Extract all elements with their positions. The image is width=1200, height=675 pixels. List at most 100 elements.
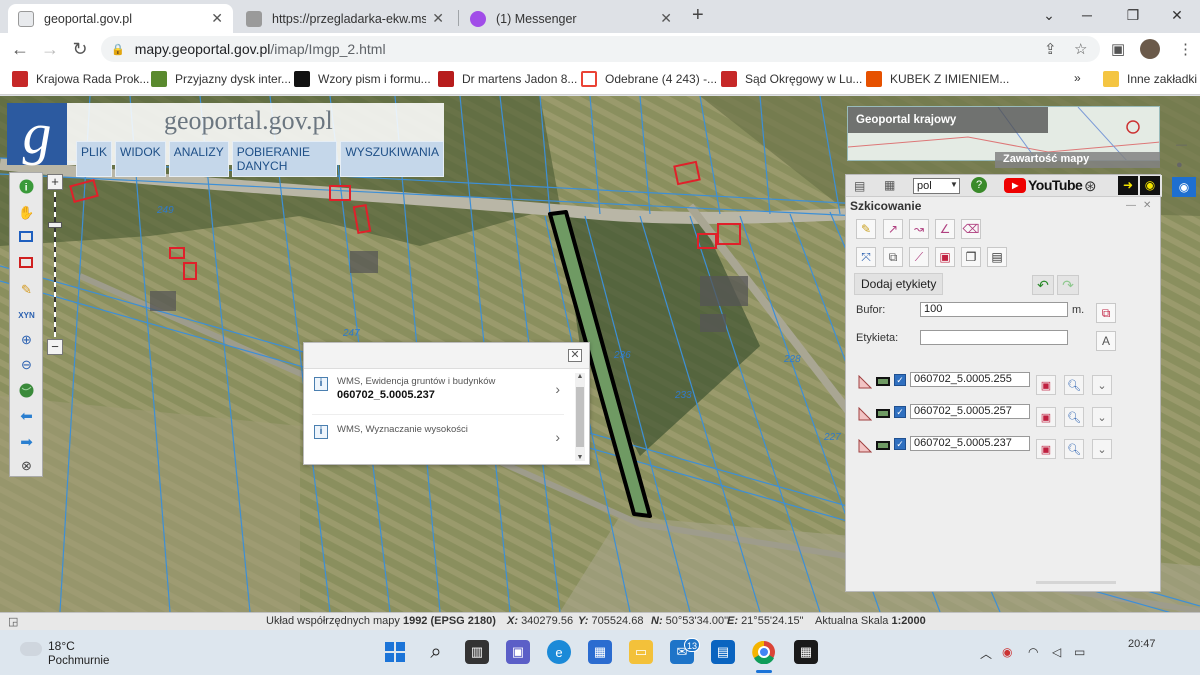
popup-row-wysokosci[interactable]: i WMS, Wyznaczanie wysokości › — [312, 419, 564, 463]
close-icon[interactable]: ✕ — [432, 10, 444, 27]
full-extent-icon[interactable]: ⊗ — [18, 457, 35, 474]
buffer-input[interactable]: 100 — [920, 302, 1068, 317]
chevron-right-icon[interactable]: › — [555, 381, 560, 397]
layers-icon[interactable]: ❐ — [961, 247, 981, 267]
menu-widok[interactable]: WIDOK — [115, 141, 166, 177]
tab-messenger[interactable]: (1) Messenger ✕ — [460, 4, 682, 33]
dot-icon[interactable]: ● — [1176, 159, 1183, 171]
edge-icon[interactable]: e — [547, 640, 571, 664]
chevron-down-icon[interactable]: ⌄ — [1092, 375, 1112, 395]
volume-icon[interactable]: ◁ — [1052, 645, 1061, 659]
bookmark-dr-martens[interactable]: Dr martens Jadon 8... — [438, 71, 577, 87]
move-icon[interactable]: ⤧ — [856, 247, 876, 267]
draw-polyline-icon[interactable]: ↝ — [909, 219, 929, 239]
search-icon[interactable]: ⌕ — [424, 640, 448, 664]
teams-chat-icon[interactable]: ▣ — [506, 640, 530, 664]
scroll-down-icon[interactable]: ▼ — [575, 454, 585, 461]
sketch-layer-row[interactable]: ✓ 060702_5.0005.257 ▣ 🔍︎ ⌄ — [856, 404, 1112, 427]
close-icon[interactable]: ✕ — [1143, 200, 1151, 211]
zoom-in-icon[interactable]: ⊕ — [18, 331, 35, 348]
label-input[interactable] — [920, 330, 1068, 345]
chevron-down-icon[interactable]: ⌄ — [1092, 407, 1112, 427]
hand-icon[interactable]: ✋ — [18, 204, 35, 221]
eye-icon[interactable]: ◉ — [1140, 176, 1160, 195]
table-icon[interactable]: ▤ — [854, 179, 865, 193]
menu-dots-icon[interactable]: ⋮ — [1178, 40, 1193, 58]
help-icon[interactable]: ? — [971, 177, 987, 193]
task-view-icon[interactable]: ▥ — [465, 640, 489, 664]
menu-pobieranie-danych[interactable]: POBIERANIE DANYCH — [231, 141, 338, 177]
sketch-layer-row[interactable]: ✓ 060702_5.0005.255 ▣ 🔍︎ ⌄ — [856, 372, 1112, 395]
scroll-thumb[interactable] — [576, 387, 584, 447]
eye-icon[interactable]: ◉ — [1172, 177, 1196, 197]
layer-name-input[interactable]: 060702_5.0005.257 — [910, 404, 1030, 419]
restore-icon[interactable]: ❐ — [1110, 4, 1156, 26]
buffer-apply-icon[interactable]: ⧉ — [1096, 303, 1116, 323]
delete-shape-icon[interactable]: ▣ — [935, 247, 955, 267]
add-labels-button[interactable]: Dodaj etykiety — [854, 273, 944, 295]
zoom-slider[interactable]: + − — [45, 172, 65, 357]
geoportal-logo[interactable]: g — [7, 103, 67, 165]
zoom-to-layer-icon[interactable]: 🔍︎ — [1064, 439, 1084, 459]
back-arrow-icon[interactable]: ⬅ — [18, 407, 35, 425]
bookmark-sad[interactable]: Sąd Okręgowy w Lu... — [721, 71, 862, 87]
undo-icon[interactable]: ↶ — [1032, 275, 1054, 295]
bookmark-gmail[interactable]: Odebrane (4 243) -... — [581, 71, 717, 87]
antivirus-icon[interactable]: ◉ — [1002, 645, 1012, 659]
layer-name-input[interactable]: 060702_5.0005.237 — [910, 436, 1030, 451]
pencil-icon[interactable]: ✎ — [18, 281, 35, 298]
menu-analizy[interactable]: ANALIZY — [168, 141, 229, 177]
copy-shape-icon[interactable]: ⧉ — [883, 247, 903, 267]
sketch-layer-row[interactable]: ✓ 060702_5.0005.237 ▣ 🔍︎ ⌄ — [856, 436, 1112, 459]
url-field[interactable]: 🔒 mapy.geoportal.gov.pl /imap/Imgp_2.htm… — [101, 36, 1100, 62]
back-icon[interactable]: ← — [8, 38, 32, 60]
layer-visibility-checkbox[interactable]: ✓ — [894, 374, 906, 386]
draw-angle-icon[interactable]: ∠ — [935, 219, 955, 239]
export-icon[interactable]: ▤ — [987, 247, 1007, 267]
apply-label-icon[interactable]: A — [1096, 331, 1116, 351]
weather-desc[interactable]: Pochmurnie — [48, 655, 109, 667]
layer-style-swatch[interactable] — [876, 377, 890, 386]
minimize-icon[interactable]: ─ — [1064, 4, 1110, 26]
menu-plik[interactable]: PLIK — [76, 141, 113, 177]
globe-icon[interactable] — [19, 383, 34, 398]
bookmark-star-icon[interactable]: ☆ — [1074, 40, 1087, 58]
remote-desktop-icon[interactable]: ▤ — [711, 640, 735, 664]
zoom-track[interactable] — [54, 192, 56, 337]
store-icon[interactable]: ▦ — [588, 640, 612, 664]
redo-icon[interactable]: ↷ — [1057, 275, 1079, 295]
edit-vertices-icon[interactable]: ⟋ — [909, 247, 929, 267]
camera-icon[interactable]: ▦ — [884, 178, 895, 192]
chevron-up-icon[interactable]: ︿ — [980, 645, 992, 662]
bookmark-kubek[interactable]: KUBEK Z IMIENIEM... — [866, 71, 1009, 87]
panel-resize-handle[interactable] — [1036, 581, 1116, 584]
collapse-icon[interactable]: — — [1176, 139, 1187, 151]
close-window-icon[interactable]: ✕ — [1154, 4, 1200, 26]
share-icon[interactable]: ⇪ — [1044, 40, 1057, 58]
battery-icon[interactable]: ▭ — [1074, 645, 1085, 659]
layer-style-swatch[interactable] — [876, 441, 890, 450]
delete-layer-icon[interactable]: ▣ — [1036, 375, 1056, 395]
new-tab-button[interactable]: + — [692, 4, 704, 27]
resize-corner-icon[interactable]: ◲ — [8, 615, 18, 628]
close-icon[interactable]: ✕ — [211, 10, 223, 27]
clock-time[interactable]: 20:47 — [1128, 638, 1156, 650]
file-explorer-icon[interactable]: ▭ — [629, 640, 653, 664]
popup-close-button[interactable]: ✕ — [568, 349, 582, 362]
delete-layer-icon[interactable]: ▣ — [1036, 407, 1056, 427]
bookmark-krajowa-rada[interactable]: Krajowa Rada Prok... — [12, 71, 149, 87]
scroll-up-icon[interactable]: ▲ — [575, 373, 585, 380]
info-icon[interactable]: i — [19, 179, 34, 194]
draw-line-icon[interactable]: ↗ — [883, 219, 903, 239]
zoom-out-icon[interactable]: ⊖ — [18, 356, 35, 373]
layer-style-swatch[interactable] — [876, 409, 890, 418]
layer-visibility-checkbox[interactable]: ✓ — [894, 438, 906, 450]
select-icon[interactable] — [19, 257, 34, 270]
menu-wyszukiwania[interactable]: WYSZUKIWANIA — [340, 141, 444, 177]
eraser-icon[interactable]: ⌫ — [961, 219, 981, 239]
layer-visibility-checkbox[interactable]: ✓ — [894, 406, 906, 418]
tab-geoportal[interactable]: geoportal.gov.pl ✕ — [8, 4, 233, 33]
zawartosc-mapy-button[interactable]: Zawartość mapy — [995, 152, 1160, 168]
delete-layer-icon[interactable]: ▣ — [1036, 439, 1056, 459]
settings-icon[interactable]: ⊛ — [1084, 177, 1097, 195]
